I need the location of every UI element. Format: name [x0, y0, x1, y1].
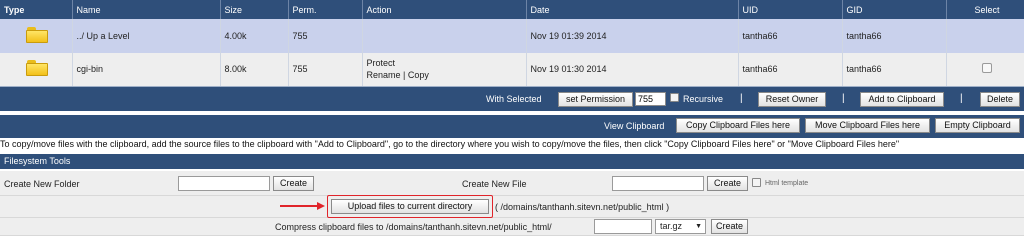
column-header-type[interactable]: Type [0, 0, 73, 19]
file-date: Nov 19 01:39 2014 [526, 19, 739, 53]
compress-row: Compress clipboard files to /domains/tan… [0, 218, 1024, 236]
upload-path-text: ( /domains/tanthanh.sitevn.net/public_ht… [495, 202, 670, 212]
action-cell: Protect Rename | Copy [362, 53, 527, 87]
annotation-highlight-box [327, 195, 493, 218]
file-permission[interactable]: 755 [288, 53, 363, 87]
select-cell [946, 19, 1024, 53]
annotation-arrow-head-icon [317, 202, 325, 210]
permission-input[interactable] [635, 92, 666, 106]
file-uid: tantha66 [738, 53, 843, 87]
file-size: 8.00k [220, 53, 289, 87]
file-permission: 755 [288, 19, 363, 53]
column-header-select: Select [946, 0, 1024, 19]
view-clipboard-link[interactable]: View Clipboard [604, 120, 664, 132]
move-clipboard-files-button[interactable]: Move Clipboard Files here [805, 118, 930, 133]
separator: | [960, 93, 963, 104]
with-selected-label: With Selected [486, 94, 542, 104]
rename-copy-links[interactable]: Rename | Copy [367, 69, 526, 81]
column-header-uid[interactable]: UID [738, 0, 843, 19]
create-file-label: Create New File [462, 179, 527, 189]
column-header-gid[interactable]: GID [842, 0, 947, 19]
create-file-input[interactable] [612, 176, 704, 191]
select-cell [946, 53, 1024, 87]
file-date: Nov 19 01:30 2014 [526, 53, 739, 87]
column-header-action: Action [362, 0, 527, 19]
file-gid: tantha66 [842, 19, 947, 53]
clipboard-help-text: To copy/move files with the clipboard, a… [0, 139, 900, 149]
column-header-perm[interactable]: Perm. [288, 0, 363, 19]
column-header-name[interactable]: Name [72, 0, 221, 19]
table-row[interactable]: ../ Up a Level 4.00k 755 Nov 19 01:39 20… [0, 19, 1024, 53]
clipboard-bar: View Clipboard Copy Clipboard Files here… [0, 115, 1024, 138]
file-uid: tantha66 [738, 19, 843, 53]
action-cell [362, 19, 527, 53]
table-row[interactable]: cgi-bin 8.00k 755 Protect Rename | Copy … [0, 53, 1024, 87]
annotation-arrow-icon [280, 205, 318, 207]
html-template-label: Html template [765, 180, 809, 187]
chevron-down-icon: ▼ [695, 223, 702, 230]
file-gid: tantha66 [842, 53, 947, 87]
set-permission-button[interactable]: set Permission [558, 92, 633, 107]
add-to-clipboard-button[interactable]: Add to Clipboard [860, 92, 944, 107]
recursive-label: Recursive [683, 94, 724, 104]
delete-button[interactable]: Delete [980, 92, 1020, 107]
archive-format-select[interactable]: tar.gz ▼ [655, 219, 706, 234]
file-table: Type Name Size Perm. Action Date UID GID… [0, 0, 1024, 87]
create-file-button[interactable]: Create [707, 176, 748, 191]
folder-icon[interactable] [26, 60, 48, 77]
column-header-date[interactable]: Date [526, 0, 739, 19]
copy-clipboard-files-button[interactable]: Copy Clipboard Files here [676, 118, 800, 133]
file-name-link[interactable]: cgi-bin [72, 53, 221, 87]
create-folder-input[interactable] [178, 176, 270, 191]
type-cell [0, 19, 73, 53]
file-size: 4.00k [220, 19, 289, 53]
compress-filename-input[interactable] [594, 219, 652, 234]
archive-format-value: tar.gz [660, 221, 683, 231]
compress-label: Compress clipboard files to /domains/tan… [275, 222, 552, 232]
filesystem-tools-header: Filesystem Tools [0, 154, 1024, 169]
html-template-checkbox[interactable] [752, 178, 761, 187]
protect-link[interactable]: Protect [367, 57, 526, 69]
empty-clipboard-button[interactable]: Empty Clipboard [935, 118, 1020, 133]
create-folder-button[interactable]: Create [273, 176, 314, 191]
table-header-row: Type Name Size Perm. Action Date UID GID… [0, 0, 1024, 19]
with-selected-bar: With Selected set Permission Recursive |… [0, 86, 1024, 111]
recursive-checkbox[interactable] [670, 93, 679, 102]
upload-row: Upload files to current directory ( /dom… [0, 196, 1024, 218]
separator: | [842, 93, 845, 104]
compress-create-button[interactable]: Create [711, 219, 748, 234]
column-header-size[interactable]: Size [220, 0, 289, 19]
create-folder-label: Create New Folder [4, 179, 80, 189]
separator: | [740, 93, 743, 104]
create-row: Create New Folder Create Create New File… [0, 171, 1024, 196]
type-cell [0, 53, 73, 87]
select-checkbox[interactable] [982, 63, 992, 74]
file-name-link[interactable]: ../ Up a Level [72, 19, 221, 53]
folder-icon[interactable] [26, 27, 48, 43]
reset-owner-button[interactable]: Reset Owner [758, 92, 826, 107]
